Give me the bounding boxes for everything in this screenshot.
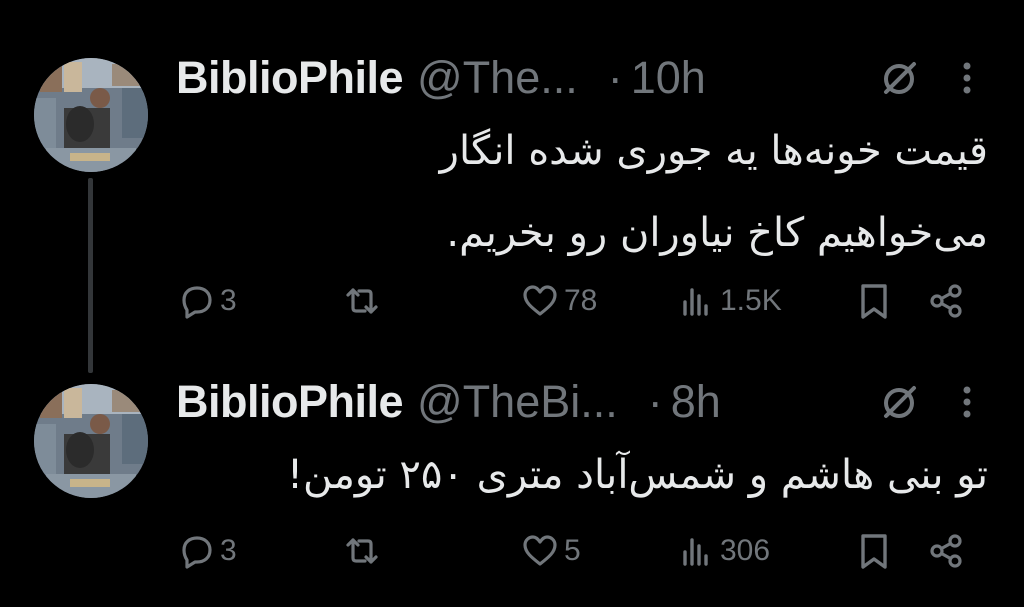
- tweet-text: تو بنی هاشم و شمس‌آباد متری ۲۵۰ تومن!: [176, 434, 988, 516]
- separator-dot: ·: [647, 376, 663, 427]
- share-button[interactable]: [926, 276, 966, 326]
- display-name[interactable]: BiblioPhile: [176, 52, 404, 104]
- tweet-actions: 3 5 306: [176, 526, 974, 576]
- tweet[interactable]: BiblioPhile @TheBi... · 8h تو بنی هاشم و…: [0, 360, 1024, 607]
- tweet-text-line: تو بنی هاشم و شمس‌آباد متری ۲۵۰ تومن!: [287, 452, 988, 498]
- avatar[interactable]: [34, 384, 148, 498]
- views-count: 306: [720, 534, 771, 567]
- reply-button[interactable]: 3: [176, 276, 237, 326]
- tweet-actions: 3 78 1.5K: [176, 276, 974, 326]
- views-button[interactable]: 1.5K: [676, 276, 782, 326]
- heart-icon: [523, 535, 557, 566]
- avatar[interactable]: [34, 58, 148, 172]
- tweet-text: قیمت خونه‌ها یه جوری شده انگار می‌خواهیم…: [176, 110, 988, 274]
- like-button[interactable]: 5: [520, 526, 581, 576]
- bookmark-icon: [861, 284, 887, 319]
- more-icon[interactable]: [960, 382, 974, 422]
- tweet-text-line: می‌خواهیم کاخ نیاوران رو بخریم.: [446, 210, 988, 256]
- like-button[interactable]: 78: [520, 276, 597, 326]
- user-handle[interactable]: @The...: [417, 52, 578, 104]
- tweet-header: BiblioPhile @The... · 10h: [176, 48, 984, 108]
- reply-icon: [182, 536, 212, 569]
- reply-button[interactable]: 3: [176, 526, 237, 576]
- reply-count: 3: [220, 284, 237, 317]
- tweet-timestamp[interactable]: 10h: [631, 52, 706, 104]
- views-button[interactable]: 306: [676, 526, 770, 576]
- user-handle[interactable]: @TheBi...: [417, 376, 618, 428]
- header-icons: [880, 48, 984, 108]
- share-button[interactable]: [926, 526, 966, 576]
- tweet-header: BiblioPhile @TheBi... · 8h: [176, 372, 984, 432]
- repost-icon: [346, 288, 378, 314]
- views-count: 1.5K: [720, 284, 782, 317]
- heart-icon: [523, 285, 557, 316]
- repost-button[interactable]: [342, 276, 386, 326]
- separator-dot: ·: [607, 52, 623, 103]
- grok-icon[interactable]: [880, 382, 920, 422]
- views-icon: [683, 538, 708, 566]
- grok-icon[interactable]: [880, 58, 920, 98]
- like-count: 5: [564, 534, 581, 567]
- bookmark-button[interactable]: [854, 276, 894, 326]
- repost-button[interactable]: [342, 526, 386, 576]
- repost-icon: [346, 538, 378, 564]
- views-icon: [683, 288, 708, 316]
- more-icon[interactable]: [960, 58, 974, 98]
- reply-icon: [182, 286, 212, 319]
- share-icon: [930, 284, 962, 318]
- like-count: 78: [564, 284, 598, 317]
- tweet-text-line: قیمت خونه‌ها یه جوری شده انگار: [439, 128, 988, 174]
- bookmark-button[interactable]: [854, 526, 894, 576]
- reply-count: 3: [220, 534, 237, 567]
- tweet[interactable]: BiblioPhile @The... · 10h قیمت خونه‌ها ی…: [0, 0, 1024, 360]
- bookmark-icon: [861, 534, 887, 569]
- tweet-timestamp[interactable]: 8h: [671, 376, 721, 428]
- display-name[interactable]: BiblioPhile: [176, 376, 404, 428]
- share-icon: [930, 534, 962, 568]
- header-icons: [880, 372, 984, 432]
